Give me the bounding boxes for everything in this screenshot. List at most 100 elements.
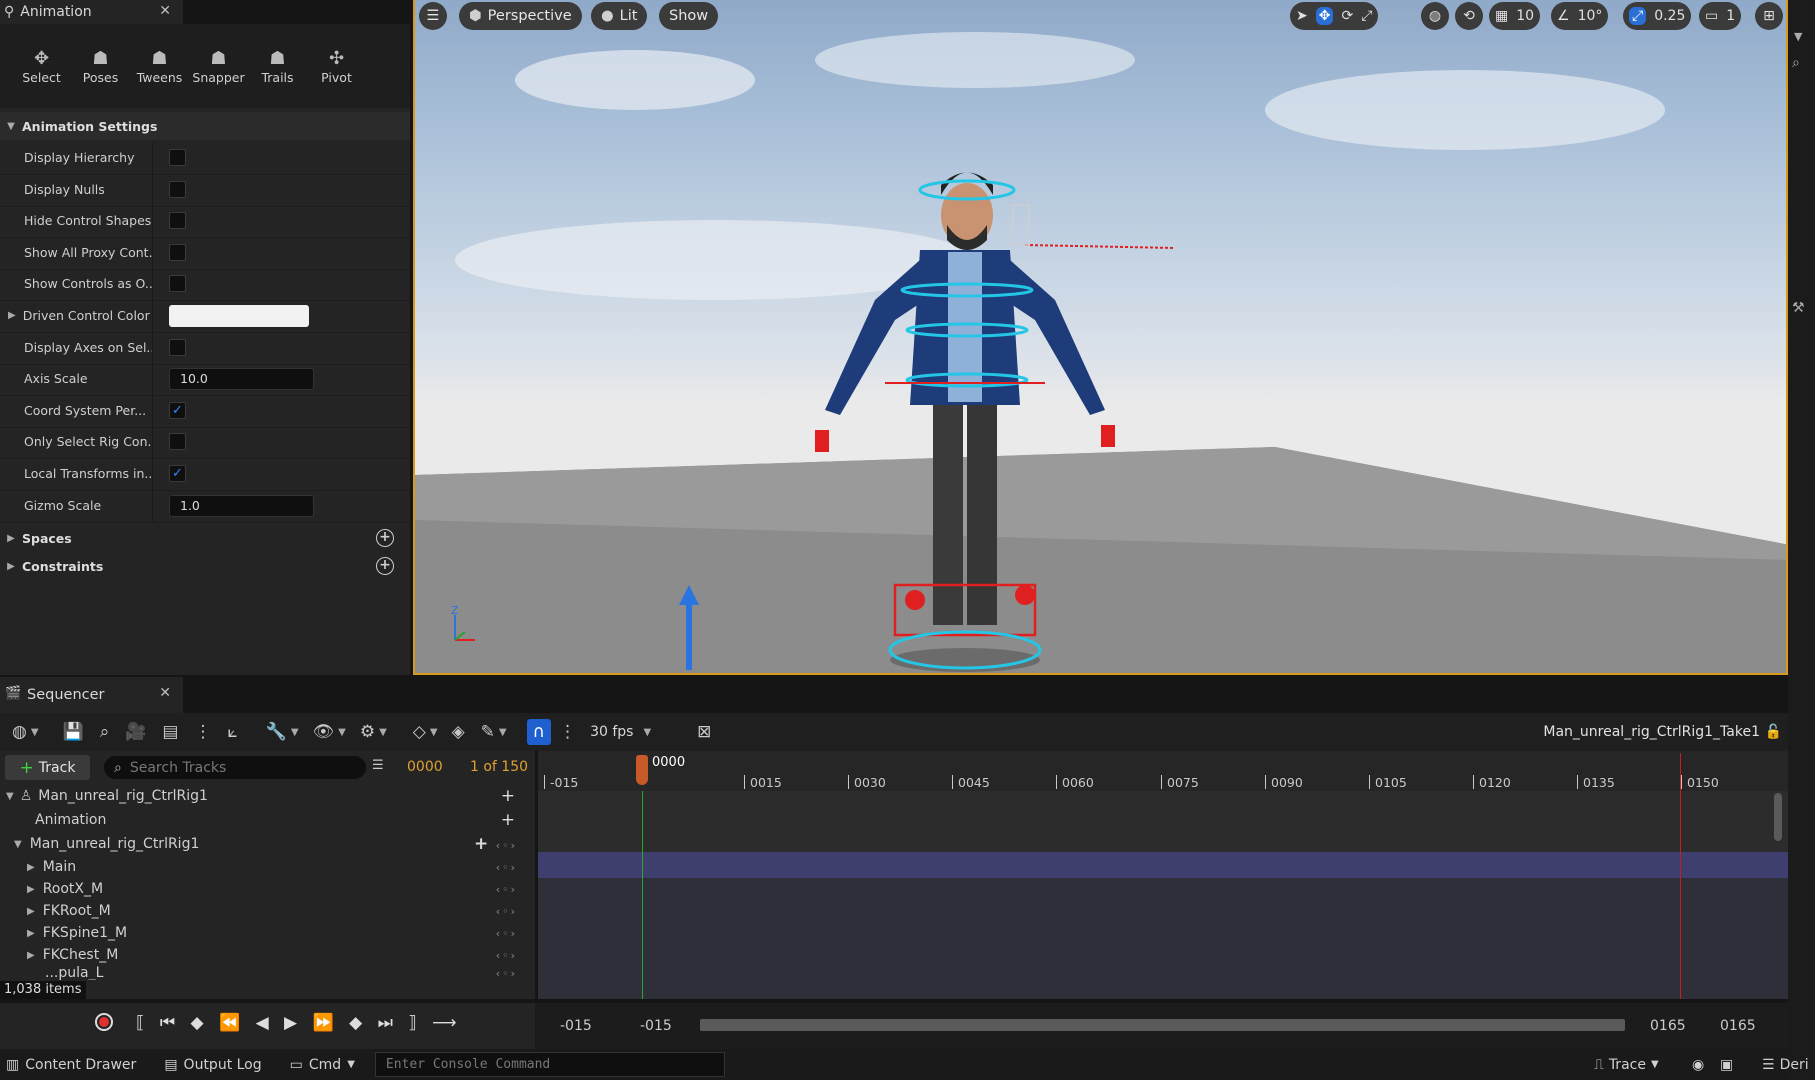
curve-editor-icon[interactable]: ⟀ (227, 722, 237, 742)
plus-icon[interactable]: + (501, 810, 517, 830)
close-icon[interactable]: ✕ (159, 3, 171, 19)
edit-icon[interactable]: ✎ (481, 722, 495, 742)
save-icon[interactable]: 💾 (63, 722, 84, 742)
chevron-down-icon[interactable]: ▼ (379, 727, 387, 738)
save-all-icon[interactable]: ▣ (1720, 1057, 1733, 1073)
fps-select[interactable]: 30 fps (590, 724, 633, 740)
chevron-down-icon[interactable]: ▼ (1794, 30, 1802, 43)
playhead[interactable] (636, 755, 648, 785)
chevron-down-icon[interactable]: ▼ (430, 727, 438, 738)
mode-select[interactable]: ✥ Select (12, 24, 71, 108)
close-icon[interactable]: ✕ (159, 685, 171, 701)
source-control-icon[interactable]: ◉ (1692, 1057, 1704, 1073)
console-input[interactable]: Enter Console Command (374, 1052, 725, 1077)
display-nulls-checkbox[interactable] (169, 181, 186, 199)
range-scrollbar[interactable] (700, 1019, 1625, 1031)
trace-button[interactable]: ⎍ Trace ▼ (1594, 1057, 1659, 1073)
viewport-layout-button[interactable]: ⊞ (1755, 2, 1783, 30)
playback-settings-icon[interactable]: ⚙ (360, 722, 375, 742)
track-row[interactable]: ▼ Man_unreal_rig_CtrlRig1 + ‹◦› (0, 833, 535, 855)
add-track-button[interactable]: + Track (5, 755, 90, 780)
start-marker[interactable] (642, 791, 643, 999)
vertical-scrollbar[interactable] (1774, 793, 1782, 841)
grid-snap[interactable]: ▦ 10 (1489, 2, 1541, 30)
output-log-button[interactable]: ▤ Output Log (164, 1057, 261, 1073)
add-space-icon[interactable]: + (376, 529, 394, 547)
chevron-down-icon[interactable]: ▼ (499, 727, 507, 738)
axis-scale-input[interactable]: 10.0 (169, 367, 314, 390)
section-bar[interactable] (538, 852, 1788, 878)
search-icon[interactable]: ⌕ (1792, 55, 1800, 71)
driven-control-color-swatch[interactable] (169, 304, 309, 327)
view-start[interactable]: -015 (560, 1018, 592, 1034)
perspective-button[interactable]: ⬢ Perspective (459, 2, 582, 30)
working-end[interactable]: 0165 (1650, 1018, 1686, 1034)
content-drawer-button[interactable]: ▥ Content Drawer (6, 1057, 136, 1073)
keyframe-nav[interactable]: ‹◦› (496, 905, 517, 918)
world-icon[interactable]: ◍ (12, 722, 27, 742)
wrench-icon[interactable]: 🔧 (266, 722, 287, 742)
sequencer-timeline[interactable]: -015 0015 0030 0045 0060 0075 0090 0105 … (538, 751, 1788, 999)
add-constraint-icon[interactable]: + (376, 557, 394, 575)
mode-snapper[interactable]: ☗ Snapper (189, 24, 248, 108)
hide-control-shapes-checkbox[interactable] (169, 212, 186, 230)
plus-icon[interactable]: + (501, 786, 517, 806)
search-tracks-input[interactable]: ⌕ Search Tracks (104, 756, 366, 779)
chevron-down-icon[interactable]: ▼ (643, 727, 651, 738)
more-vert-icon[interactable]: ⋮ (559, 722, 576, 742)
track-row[interactable]: ▼ ♙ Man_unreal_rig_CtrlRig1 + (0, 785, 535, 807)
keyframe-nav[interactable]: + ‹◦› (474, 834, 517, 854)
keyframe-nav[interactable]: ‹◦› (496, 927, 517, 940)
keyframe-nav[interactable]: ‹◦› (496, 861, 517, 874)
only-select-rig-checkbox[interactable] (169, 433, 186, 451)
find-asset-icon[interactable]: ⌕ (100, 722, 110, 742)
viewport-options-button[interactable]: ☰ (419, 2, 447, 30)
coord-system-checkbox[interactable]: ✓ (169, 402, 186, 420)
graph-icon[interactable]: ⊠ (697, 722, 711, 742)
angle-snap[interactable]: ∠ 10° (1551, 2, 1609, 30)
translate-tool-icon[interactable]: ✥ (1315, 7, 1334, 25)
key-icon[interactable]: ◇ (413, 722, 426, 742)
render-movie-icon[interactable]: 🎥 (125, 722, 146, 742)
keyframe-nav[interactable]: ‹◦› (496, 967, 517, 980)
view-end[interactable]: 0165 (1720, 1018, 1756, 1034)
tools-icon[interactable]: ⚒ (1792, 300, 1805, 316)
camera-speed[interactable]: ▭ 1 (1699, 2, 1742, 30)
track-row[interactable]: ▶ FKChest_M ‹◦› (0, 944, 535, 966)
world-local-toggle[interactable]: ◍ (1421, 2, 1449, 30)
level-viewport[interactable]: Z ☰ ⬢ Perspective ● Lit Show ➤ ✥ ⟳ ⤢ ◍ ⟲ ▦… (413, 0, 1788, 675)
chevron-right-icon[interactable]: ▶ (8, 310, 16, 321)
mode-tweens[interactable]: ☗ Tweens (130, 24, 189, 108)
track-row[interactable]: ▶ Main ‹◦› (0, 856, 535, 878)
chevron-down-icon[interactable]: ▼ (31, 727, 39, 738)
show-all-proxy-checkbox[interactable] (169, 244, 186, 262)
eye-icon[interactable]: 👁 (313, 722, 335, 742)
display-hierarchy-checkbox[interactable] (169, 149, 186, 167)
mode-pivot[interactable]: ✣ Pivot (307, 24, 366, 108)
keyframe-nav[interactable]: ‹◦› (496, 949, 517, 962)
track-row[interactable]: ▶ FKSpine1_M ‹◦› (0, 922, 535, 944)
track-row[interactable]: ▶ FKRoot_M ‹◦› (0, 900, 535, 922)
track-row[interactable]: ▶ RootX_M ‹◦› (0, 878, 535, 900)
scale-snap[interactable]: ⤢ 0.25 (1623, 2, 1692, 30)
show-button[interactable]: Show (659, 2, 719, 30)
animation-settings-header[interactable]: ▼ Animation Settings (0, 112, 410, 140)
lit-button[interactable]: ● Lit (591, 2, 648, 30)
playback-controls[interactable]: ⟦ ⏮ ◆ ⏪ ◀ ▶ ⏩ ◆ ⏭ ⟧ ⟶ (136, 1013, 461, 1033)
sequencer-tab[interactable]: 🎬 Sequencer ✕ (0, 677, 183, 713)
more-vert-icon[interactable]: ⋮ (194, 722, 211, 742)
working-start[interactable]: -015 (640, 1018, 672, 1034)
surface-snap-toggle[interactable]: ⟲ (1455, 2, 1483, 30)
filter-icon[interactable]: ☰ (372, 758, 384, 773)
track-row[interactable]: ...pula_L ‹◦› (0, 966, 535, 980)
animation-tab[interactable]: ⚲ Animation ✕ (0, 0, 183, 24)
clapper-icon[interactable]: ▤ (162, 722, 178, 742)
select-tool-icon[interactable]: ➤ (1296, 8, 1308, 24)
mode-poses[interactable]: ☗ Poses (71, 24, 130, 108)
display-axes-checkbox[interactable] (169, 339, 186, 357)
end-marker[interactable] (1680, 753, 1681, 999)
chevron-down-icon[interactable]: ▼ (291, 727, 299, 738)
snap-magnet-icon[interactable]: ∩ (526, 719, 552, 745)
local-transforms-checkbox[interactable]: ✓ (169, 465, 186, 483)
constraints-header[interactable]: ▶ Constraints + (0, 552, 410, 580)
